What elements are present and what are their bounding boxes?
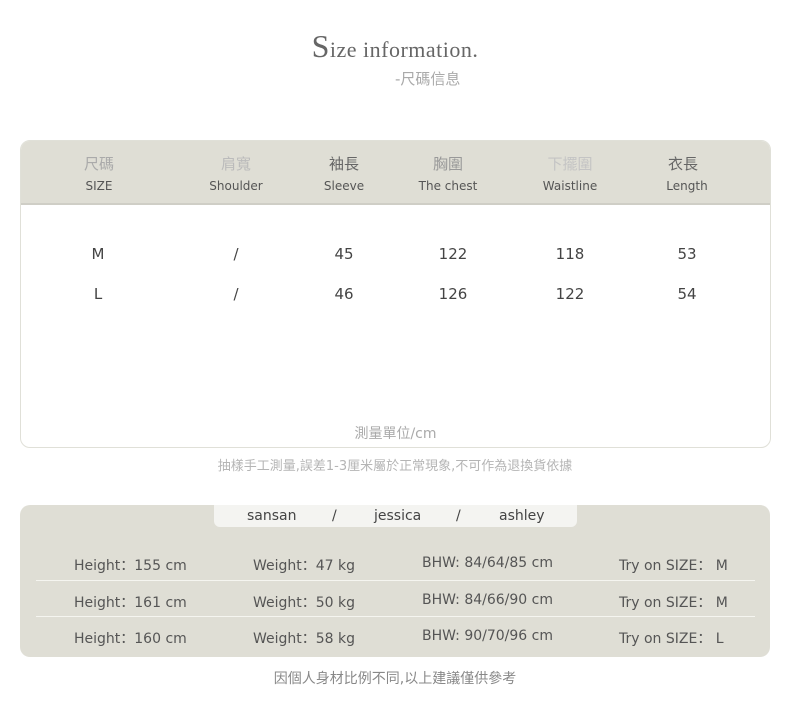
cell-waistline: 118 [555, 245, 585, 263]
model-try-on-size: Try on SIZE： M [619, 558, 728, 574]
cell-size: M [91, 245, 105, 263]
fit-disclaimer: 因個人身材比例不同,以上建議僅供參考 [273, 671, 517, 687]
model-weight: Weight：47 kg [253, 558, 356, 574]
size-table: 尺碼 SIZE 肩寬 Shoulder 袖長 Sleeve 胸圍 The che… [20, 140, 771, 448]
page-title: Size information. [0, 28, 790, 65]
model-weight: Weight：58 kg [253, 631, 356, 647]
cell-shoulder: / [233, 245, 239, 263]
cell-chest: 126 [438, 285, 468, 303]
title-initial: S [311, 28, 330, 64]
model-bhw: BHW: 84/66/90 cm [422, 592, 553, 608]
column-waistline-en: Waistline [542, 179, 598, 193]
model-name-jessica: jessica [374, 508, 422, 524]
model-height: Height：160 cm [74, 631, 187, 647]
cell-chest: 122 [438, 245, 468, 263]
column-chest-en: The chest [418, 179, 478, 193]
model-weight: Weight：50 kg [253, 595, 356, 611]
cell-shoulder: / [233, 285, 239, 303]
column-length-en: Length [666, 179, 708, 193]
column-chest-zh: 胸圍 [432, 155, 463, 173]
column-sleeve-en: Sleeve [323, 179, 365, 193]
measurement-note: 抽樣手工測量,誤差1-3厘米屬於正常現象,不可作為退換貨依據 [217, 459, 573, 474]
column-length-zh: 衣長 [667, 155, 698, 173]
column-shoulder-en: Shoulder [209, 179, 263, 193]
column-sleeve-zh: 袖長 [328, 155, 359, 173]
column-size-zh: 尺碼 [83, 155, 114, 173]
model-try-on-size: Try on SIZE： M [619, 595, 728, 611]
size-table-header: 尺碼 SIZE 肩寬 Shoulder 袖長 Sleeve 胸圍 The che… [21, 141, 770, 205]
column-shoulder-zh: 肩寬 [220, 155, 251, 173]
model-info-card: sansan / jessica / ashley Height：155 cm … [20, 505, 770, 657]
model-row: Height：160 cm Weight：58 kg BHW: 90/70/96… [36, 616, 755, 653]
cell-length: 53 [677, 245, 697, 263]
model-names-bar: sansan / jessica / ashley [214, 505, 577, 527]
model-name-ashley: ashley [499, 508, 545, 524]
cell-size: L [93, 285, 103, 303]
model-name-sansan: sansan [247, 508, 297, 524]
title-rest: ize information. [329, 37, 479, 62]
model-row: Height：161 cm Weight：50 kg BHW: 84/66/90… [36, 580, 755, 617]
model-bhw: BHW: 90/70/96 cm [422, 628, 553, 644]
separator: / [332, 508, 337, 524]
model-try-on-size: Try on SIZE： L [619, 631, 724, 647]
unit-label: 測量單位/cm [354, 426, 437, 442]
model-row: Height：155 cm Weight：47 kg BHW: 84/64/85… [36, 544, 755, 580]
cell-sleeve: 45 [334, 245, 354, 263]
column-waistline-zh: 下擺圍 [547, 155, 593, 173]
cell-sleeve: 46 [334, 285, 354, 303]
separator: / [456, 508, 461, 524]
model-bhw: BHW: 84/64/85 cm [422, 555, 553, 571]
cell-length: 54 [677, 285, 697, 303]
page-subtitle: -尺碼信息 [395, 70, 461, 88]
column-size-en: SIZE [85, 179, 113, 193]
cell-waistline: 122 [555, 285, 585, 303]
model-height: Height：161 cm [74, 595, 187, 611]
model-height: Height：155 cm [74, 558, 187, 574]
